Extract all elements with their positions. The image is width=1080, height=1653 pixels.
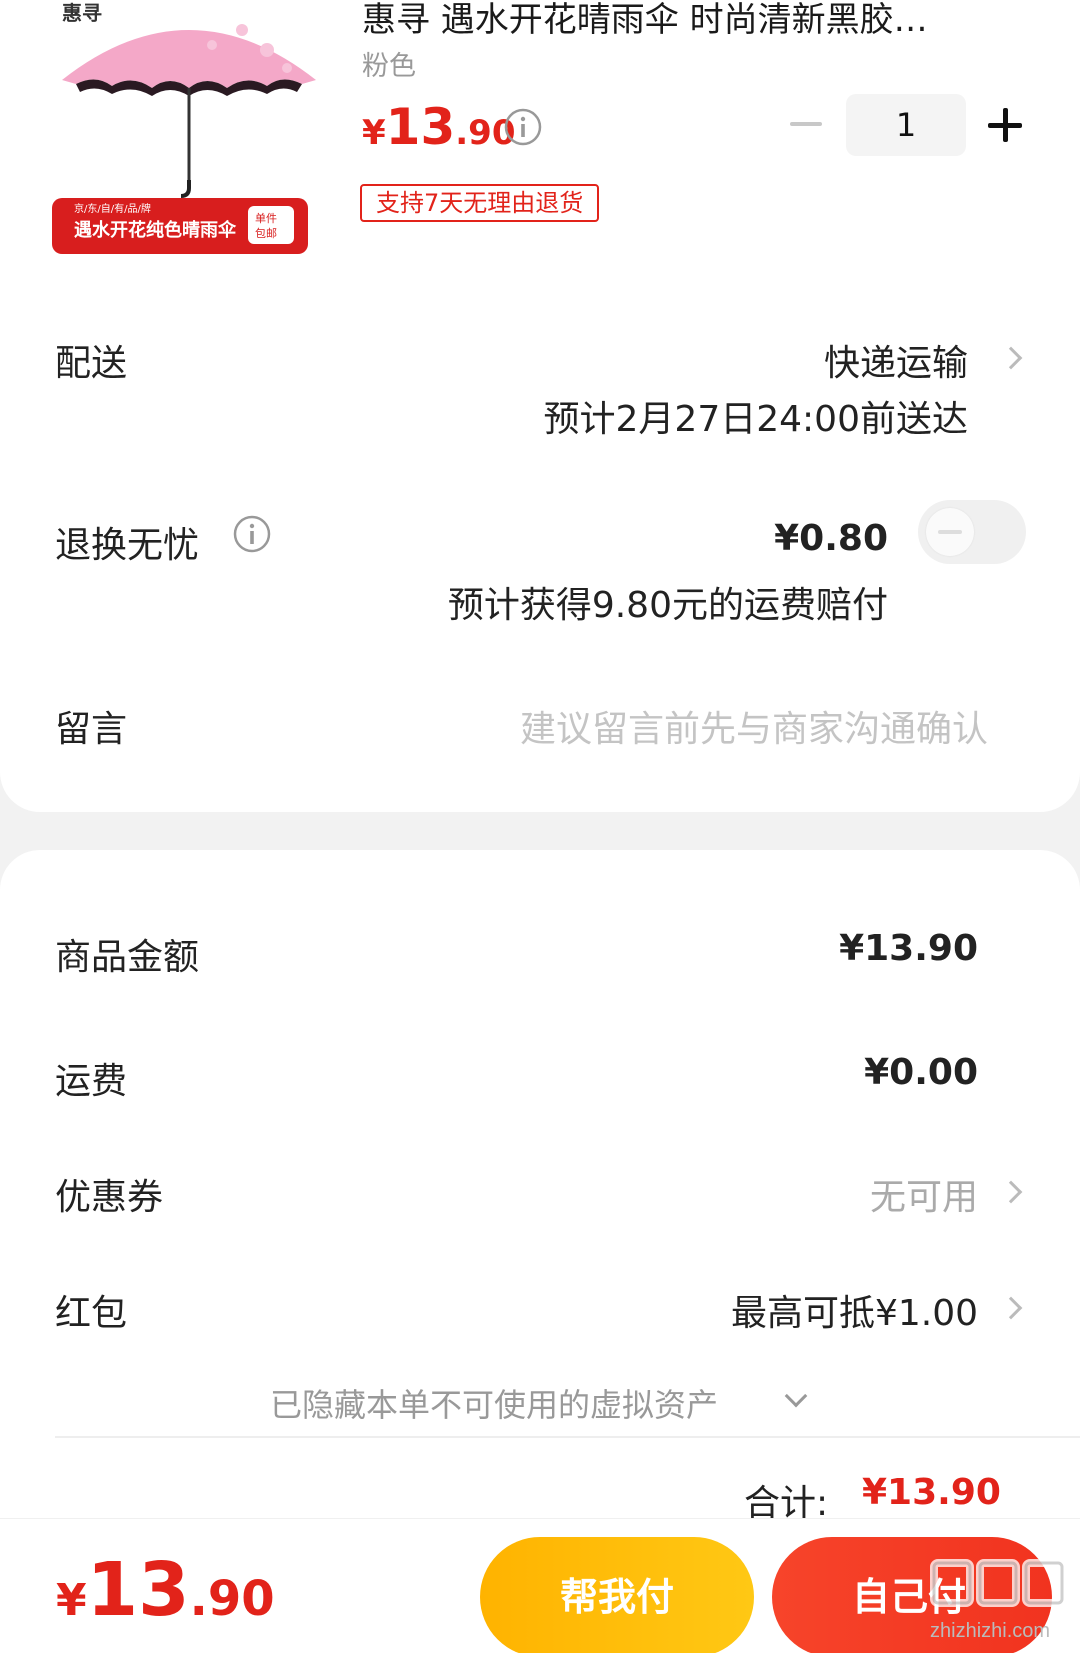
- svg-text:京/东/自/有/品/牌: 京/东/自/有/品/牌: [74, 202, 151, 215]
- brand-logo: 惠寻: [62, 1, 102, 25]
- svg-text:单件: 单件: [255, 212, 277, 225]
- delivery-eta: 预计2月27日24:00前送达: [543, 399, 968, 440]
- quantity-increase-button[interactable]: [988, 108, 1022, 142]
- info-icon[interactable]: [232, 514, 272, 554]
- bottom-total-price: ¥13.90: [56, 1547, 275, 1633]
- product-variant: 粉色: [362, 51, 416, 82]
- message-input[interactable]: 建议留言前先与商家沟通确认: [520, 700, 988, 752]
- svg-text:遇水开花纯色晴雨伞: 遇水开花纯色晴雨伞: [74, 219, 237, 241]
- delivery-method[interactable]: 快递运输: [824, 334, 968, 386]
- help-pay-button[interactable]: 帮我付: [480, 1537, 754, 1653]
- total-value: ¥13.90: [862, 1472, 1001, 1513]
- return-insurance-label: 退换无忧: [55, 525, 200, 566]
- red-packet-label: 红包: [55, 1293, 128, 1334]
- coupon-value[interactable]: 无可用: [870, 1168, 978, 1220]
- watermark-text: zhizhizhi.com: [930, 1620, 1051, 1642]
- svg-text:包邮: 包邮: [255, 227, 277, 240]
- toggle-knob: [926, 508, 974, 556]
- product-price: ¥13.90: [362, 98, 516, 156]
- info-icon[interactable]: [504, 108, 542, 146]
- delivery-label: 配送: [55, 343, 128, 384]
- shipping-label: 运费: [55, 1061, 128, 1102]
- product-title[interactable]: 惠寻 遇水开花晴雨伞 时尚清新黑胶…: [362, 0, 1012, 41]
- red-packet-value[interactable]: 最高可抵¥1.00: [731, 1284, 978, 1336]
- umbrella-icon: [62, 24, 316, 198]
- goods-amount-label: 商品金额: [55, 937, 200, 978]
- divider: [55, 1436, 1080, 1438]
- shipping-value: ¥0.00: [864, 1052, 978, 1093]
- hidden-assets-toggle[interactable]: 已隐藏本单不可使用的虚拟资产: [270, 1380, 718, 1426]
- goods-amount-value: ¥13.90: [839, 928, 978, 969]
- return-insurance-toggle[interactable]: [918, 500, 1026, 564]
- product-image[interactable]: 惠寻 京/东/自/有/品/牌 遇水开花纯色晴雨伞 单件 包邮: [52, 0, 326, 258]
- coupon-label: 优惠券: [55, 1177, 164, 1218]
- return-insurance-price: ¥0.80: [774, 518, 888, 559]
- checkout-bar: ¥13.90 帮我付 自己付: [0, 1518, 1080, 1653]
- return-policy-tag: 支持7天无理由退货: [360, 184, 600, 222]
- return-insurance-note: 预计获得9.80元的运费赔付: [447, 585, 888, 626]
- message-label: 留言: [55, 709, 128, 750]
- quantity-decrease-button[interactable]: [790, 122, 822, 126]
- quantity-input[interactable]: 1: [846, 94, 966, 156]
